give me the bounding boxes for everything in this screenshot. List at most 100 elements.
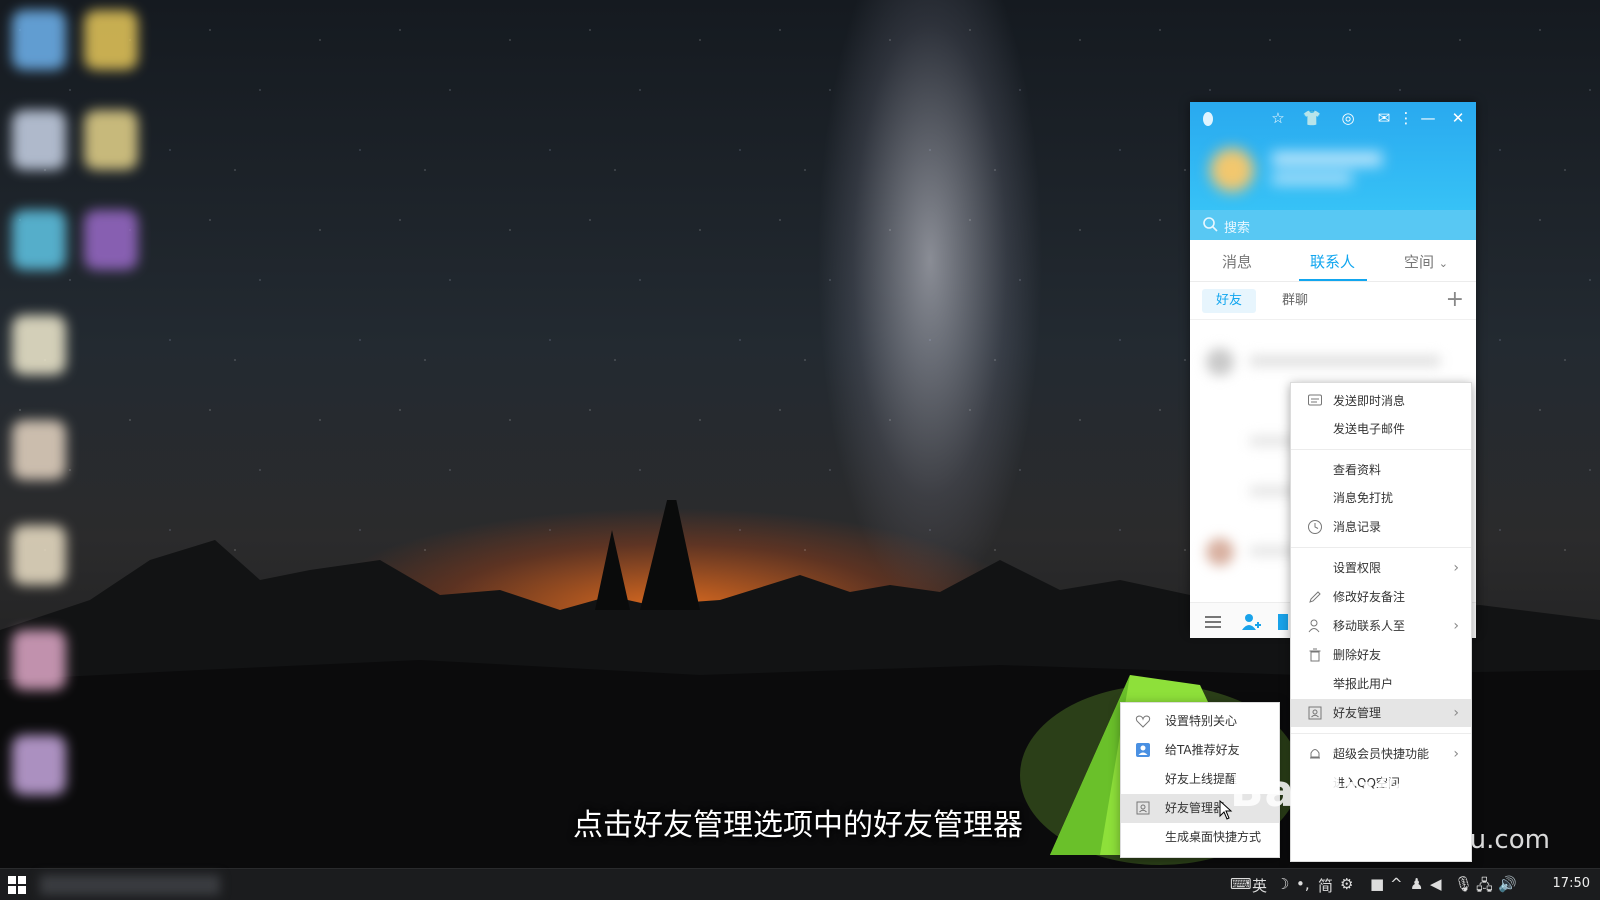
tab-qzone-label: 空间: [1404, 253, 1435, 271]
menu-item-delete-friend[interactable]: 删除好友: [1291, 641, 1471, 669]
tab-qzone[interactable]: 空间 ⌄: [1404, 251, 1448, 272]
windows-start-icon[interactable]: [8, 876, 26, 894]
submenu-item-label: 设置特别关心: [1165, 714, 1238, 728]
wallet-icon[interactable]: ◎: [1338, 108, 1358, 128]
menu-item-label: 移动联系人至: [1333, 619, 1406, 633]
moon-icon[interactable]: ☽: [1276, 875, 1289, 893]
input-lang-en[interactable]: 英: [1252, 875, 1267, 896]
desktop-icon[interactable]: [84, 110, 138, 170]
menu-item-permissions[interactable]: 设置权限 ›: [1291, 554, 1471, 582]
qq-header: ☆ 👕 ◎ ✉ ⋮ — ✕: [1190, 102, 1476, 210]
clock-icon: [1308, 520, 1322, 534]
menu-item-label: 设置权限: [1333, 561, 1382, 575]
submenu-item-special-care[interactable]: 设置特别关心: [1121, 707, 1279, 736]
menu-item-label: 修改好友备注: [1333, 590, 1406, 604]
settings-icon[interactable]: ⚙: [1340, 875, 1353, 893]
menu-item-view-profile[interactable]: 查看资料: [1291, 456, 1471, 484]
search-placeholder: 搜索: [1224, 221, 1251, 236]
subtab-friends[interactable]: 好友: [1202, 289, 1257, 313]
menu-item-report-user[interactable]: 举报此用户: [1291, 670, 1471, 698]
search-icon: [1203, 217, 1218, 232]
subtab-groups[interactable]: 群聊: [1268, 289, 1322, 313]
tab-contacts[interactable]: 联系人: [1310, 251, 1355, 272]
menu-item-label: 好友管理: [1333, 706, 1382, 720]
menu-item-label: 消息免打扰: [1333, 491, 1394, 505]
network-icon[interactable]: 🖧: [1476, 875, 1493, 900]
star-icon[interactable]: ☆: [1268, 108, 1288, 128]
active-tab-indicator: [1299, 279, 1367, 281]
menu-item-move-contact[interactable]: 移动联系人至 ›: [1291, 612, 1471, 640]
shirt-icon[interactable]: 👕: [1302, 108, 1322, 128]
menu-item-friend-management[interactable]: 好友管理 ›: [1291, 699, 1471, 727]
microphone-icon[interactable]: 🎙: [1454, 875, 1473, 893]
menu-item-label: 消息记录: [1333, 520, 1382, 534]
watermark-brand: Baidu经验: [1230, 766, 1467, 817]
pencil-icon: [1309, 591, 1321, 603]
add-button[interactable]: +: [1446, 286, 1464, 314]
watermark-url: jingyan.baidu.com: [1310, 825, 1550, 855]
contact-subtabs: 好友 群聊 +: [1190, 282, 1476, 320]
desktop-icon[interactable]: [12, 420, 66, 480]
person-icon: [1308, 619, 1320, 633]
chevron-right-icon: ›: [1453, 560, 1459, 576]
speaker-red-icon[interactable]: ◀: [1430, 875, 1442, 893]
search-bar[interactable]: 搜索: [1190, 210, 1476, 240]
minimize-icon[interactable]: —: [1418, 108, 1438, 128]
menu-item-label: 发送即时消息: [1333, 394, 1406, 408]
chevron-down-icon: ⌄: [1438, 257, 1449, 270]
menu-divider: [1291, 733, 1471, 734]
menu-item-label: 举报此用户: [1333, 677, 1394, 691]
caption-text: 点击好友管理选项中的好友管理器: [573, 808, 1023, 843]
heart-icon: [1135, 715, 1151, 728]
chevron-right-icon: ›: [1453, 705, 1459, 721]
desktop-icon[interactable]: [12, 210, 66, 270]
close-icon[interactable]: ✕: [1448, 108, 1468, 128]
desktop-icon[interactable]: [12, 525, 66, 585]
desktop-icon[interactable]: [12, 630, 66, 690]
desktop-icon[interactable]: [12, 10, 66, 70]
trash-icon: [1309, 648, 1321, 662]
chevron-right-icon: ›: [1453, 618, 1459, 634]
menu-item-send-message[interactable]: 发送即时消息: [1291, 387, 1471, 415]
chat-icon: [1308, 394, 1322, 406]
desktop-icon[interactable]: [12, 315, 66, 375]
baidu-jingyan-watermark: Baidu经验 jingyan.baidu.com: [1230, 755, 1550, 865]
desktop-icon[interactable]: [84, 210, 138, 270]
submenu-item-label: 好友上线提醒: [1165, 772, 1238, 786]
menu-divider: [1291, 449, 1471, 450]
menu-item-label: 查看资料: [1333, 463, 1382, 477]
menu-item-do-not-disturb[interactable]: 消息免打扰: [1291, 484, 1471, 512]
user-profile-blurred[interactable]: [1202, 140, 1402, 200]
taskbar-apps-blurred[interactable]: [40, 873, 220, 897]
menu-item-label: 发送电子邮件: [1333, 422, 1406, 436]
qq-tray-icon[interactable]: ♟: [1410, 875, 1423, 893]
tab-messages[interactable]: 消息: [1222, 251, 1252, 272]
mail-icon[interactable]: ✉: [1374, 108, 1394, 128]
menu-item-message-history[interactable]: 消息记录: [1291, 513, 1471, 541]
desktop-icon[interactable]: [12, 110, 66, 170]
main-tabs: 消息 联系人 空间 ⌄: [1190, 240, 1476, 282]
desktop-icon[interactable]: [12, 735, 66, 795]
desktop-icon[interactable]: [84, 10, 138, 70]
punctuation-icon[interactable]: •,: [1296, 875, 1310, 893]
add-friend-icon[interactable]: [1240, 611, 1262, 633]
qq-toolbar: ☆ 👕 ◎ ✉ ⋮ — ✕: [1190, 102, 1476, 134]
menu-item-send-email[interactable]: 发送电子邮件: [1291, 415, 1471, 443]
avatar: [1210, 148, 1382, 192]
menu-item-label: 删除好友: [1333, 648, 1382, 662]
notes-icon[interactable]: ■: [1370, 875, 1384, 893]
menu-divider: [1291, 547, 1471, 548]
taskbar: ⌨ 英 ☽ •, 简 ⚙ ■ ^ ♟ ◀ 🎙 🖧 🔊 17:50: [0, 868, 1600, 900]
system-tray: ⌨ 英 ☽ •, 简 ⚙ ■ ^ ♟ ◀ 🎙 🖧 🔊: [1230, 869, 1590, 900]
more-icon[interactable]: ⋮: [1396, 108, 1416, 128]
menu-icon[interactable]: [1202, 611, 1224, 633]
volume-icon[interactable]: 🔊: [1498, 875, 1517, 893]
contact-item-blurred[interactable]: [1200, 342, 1460, 382]
clock[interactable]: 17:50: [1553, 876, 1590, 891]
chevron-up-icon[interactable]: ^: [1390, 875, 1403, 893]
menu-item-edit-remark[interactable]: 修改好友备注: [1291, 583, 1471, 611]
input-lang-simplified[interactable]: 简: [1318, 875, 1333, 896]
submenu-item-label: 给TA推荐好友: [1165, 743, 1240, 757]
person-badge-icon: [1136, 743, 1150, 757]
keyboard-icon[interactable]: ⌨: [1230, 875, 1252, 893]
